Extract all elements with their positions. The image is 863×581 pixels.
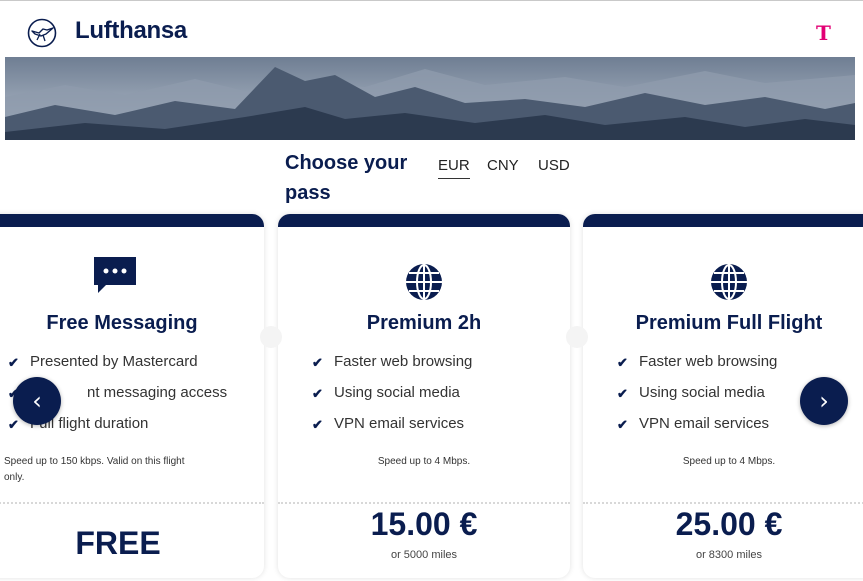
feature-item: ✔ Using social media [312, 383, 472, 414]
price: 25.00 € [675, 506, 783, 542]
card-connector [566, 326, 588, 348]
carousel-next-button[interactable]: › [800, 377, 848, 425]
feature-item: ✔ VPN email services [312, 414, 472, 445]
feature-list: ✔ Faster web browsing ✔ Using social media… [312, 352, 472, 445]
check-icon: ✔ [617, 355, 628, 370]
check-icon: ✔ [312, 417, 323, 432]
crane-logo-icon[interactable] [27, 18, 57, 48]
miles-price: or 5000 miles [390, 549, 458, 561]
feature-item: ✔ Faster web browsing [312, 352, 472, 383]
feature-list: ✔ Faster web browsing ✔ Using social media… [617, 352, 777, 445]
check-icon: ✔ [8, 417, 19, 432]
price: FREE [75, 525, 161, 561]
pass-card-premium-2h[interactable]: Premium 2h ✔ Faster web browsing ✔ Using s… [278, 214, 570, 578]
card-header-bar [583, 214, 863, 227]
speed-note: Speed up to 4 Mbps. [682, 456, 776, 467]
currency-usd-tab[interactable]: USD [538, 157, 570, 178]
chat-bubble-icon [94, 257, 136, 293]
miles-price: or 8300 miles [695, 549, 763, 561]
feature-item: ✔ Faster web browsing [617, 352, 777, 383]
carousel-prev-button[interactable]: ‹ [13, 377, 61, 425]
divider [0, 502, 264, 504]
card-header-bar [278, 214, 570, 227]
chevron-left-icon: ‹ [32, 387, 42, 415]
pass-title: Premium 2h [366, 312, 482, 334]
currency-cny-tab[interactable]: CNY [487, 157, 519, 178]
speed-note: Speed up to 4 Mbps. [377, 456, 471, 467]
globe-icon [711, 264, 747, 300]
feature-item: ✔ Using social media [617, 383, 777, 414]
card-connector [260, 326, 282, 348]
pass-title: Premium Full Flight [635, 312, 823, 334]
currency-eur-tab[interactable]: EUR [438, 157, 470, 179]
banner-image [5, 57, 855, 140]
feature-item: ✔ VPN email services [617, 414, 777, 445]
header: Lufthansa T [0, 1, 863, 57]
page-title: Choose your pass [285, 152, 408, 204]
divider [278, 502, 570, 504]
check-icon: ✔ [312, 386, 323, 401]
chevron-right-icon: › [819, 387, 829, 415]
divider [583, 502, 863, 504]
check-icon: ✔ [312, 355, 323, 370]
check-icon: ✔ [617, 417, 628, 432]
brand-name[interactable]: Lufthansa [75, 17, 187, 45]
check-icon: ✔ [8, 355, 19, 370]
check-icon: ✔ [617, 386, 628, 401]
price: 15.00 € [370, 506, 478, 542]
speed-note: Speed up to 150 kbps. Valid on this flig… [4, 456, 185, 483]
telekom-logo: T [816, 21, 831, 45]
card-header-bar [0, 214, 264, 227]
pass-title: Free Messaging [46, 312, 198, 334]
globe-icon [406, 264, 442, 300]
